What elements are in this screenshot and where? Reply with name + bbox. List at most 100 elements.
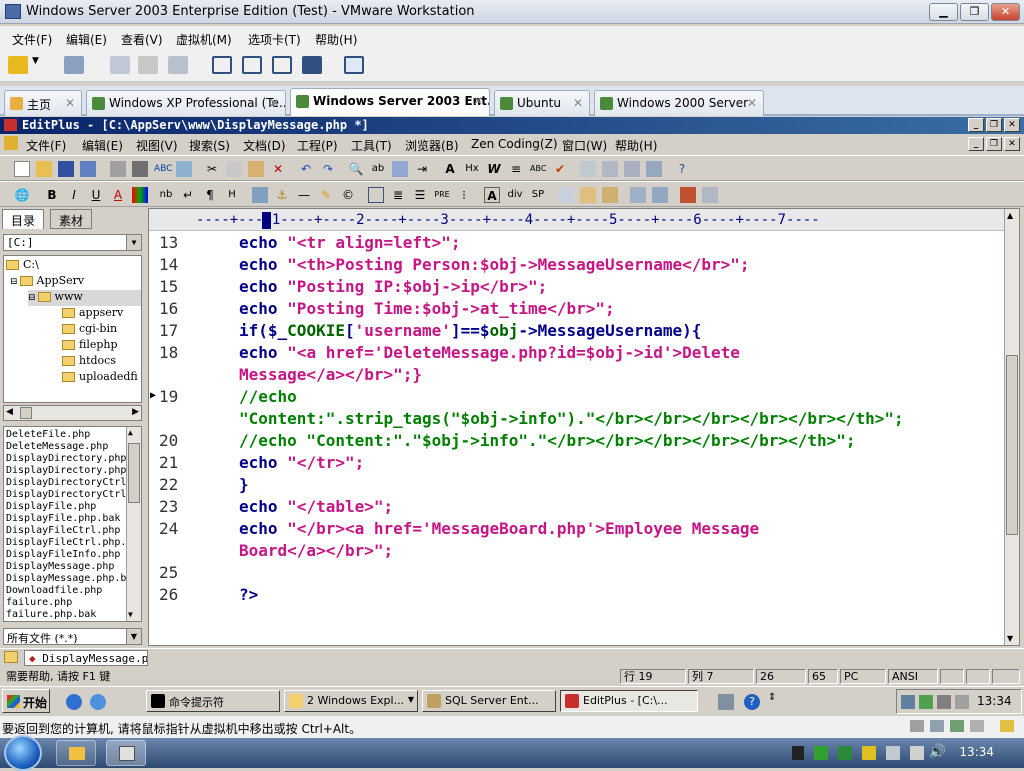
- tree-horizontal-scrollbar[interactable]: ◀ ▶: [3, 405, 142, 421]
- underline-icon[interactable]: U: [88, 187, 104, 203]
- close-tab-icon[interactable]: ✕: [473, 94, 483, 108]
- code-line[interactable]: echo "</br><a href='MessageBoard.php'>Em…: [239, 519, 759, 538]
- div-icon[interactable]: div: [506, 187, 524, 203]
- view-mode-icon[interactable]: [630, 187, 646, 203]
- menu-help[interactable]: 帮助(H): [315, 31, 357, 48]
- undo-icon[interactable]: ↶: [298, 161, 314, 177]
- list-item[interactable]: DisplayDirectory.php: [6, 465, 141, 477]
- ep-menu-window[interactable]: 窗口(W): [562, 137, 607, 154]
- code-line[interactable]: echo "<tr align=left>";: [239, 233, 461, 252]
- tray-icon[interactable]: [919, 695, 933, 709]
- help-icon[interactable]: ?: [674, 161, 690, 177]
- find-icon[interactable]: 🔍: [348, 161, 364, 177]
- scroll-down-icon[interactable]: ▼: [128, 609, 133, 621]
- code-line[interactable]: Board</a></br>";: [239, 541, 393, 560]
- list-item[interactable]: DisplayFileInfo.php: [6, 549, 141, 561]
- network-icon[interactable]: [64, 56, 84, 74]
- block-icon[interactable]: ⁝: [456, 187, 472, 203]
- code-line[interactable]: echo "</tr>";: [239, 453, 364, 472]
- code-editor[interactable]: ----+----1----+----2----+----3----+----4…: [148, 208, 1020, 646]
- tree-node[interactable]: ⊟ AppServ: [10, 274, 84, 290]
- list-item[interactable]: DisplayMessage.php: [6, 561, 141, 573]
- ruler-toggle-icon[interactable]: ≡: [508, 161, 524, 177]
- chevron-down-icon[interactable]: ▼: [408, 695, 414, 704]
- tag-icon[interactable]: [680, 187, 696, 203]
- close-button[interactable]: ✕: [991, 3, 1020, 21]
- tab-directory[interactable]: 目录: [2, 209, 45, 229]
- save-all-icon[interactable]: [80, 161, 96, 177]
- list-item[interactable]: DeleteMessage.php: [6, 441, 141, 453]
- align-icon[interactable]: ≣: [390, 187, 406, 203]
- device-message-icon[interactable]: [1000, 720, 1014, 732]
- code-line[interactable]: "Content:".strip_tags("$obj->info")."</b…: [239, 409, 904, 428]
- output-window-icon[interactable]: [624, 161, 640, 177]
- image-icon[interactable]: [252, 187, 268, 203]
- code-line[interactable]: }: [239, 475, 249, 494]
- nbsp-icon[interactable]: nb: [158, 187, 174, 203]
- code-area[interactable]: 13 echo "<tr align=left>"; 14 echo "<th>Pos…: [149, 231, 1005, 646]
- word-wrap-icon[interactable]: W: [486, 161, 502, 177]
- list-item[interactable]: failure.php: [6, 597, 141, 609]
- tree-node[interactable]: cgi-bin: [62, 322, 117, 338]
- menu-vm[interactable]: 虚拟机(M): [176, 31, 232, 48]
- tray-icon-1[interactable]: [792, 746, 804, 760]
- file-list-scrollbar[interactable]: ▲ ▼: [126, 427, 141, 621]
- scroll-thumb[interactable]: [128, 443, 140, 503]
- tray-icon-2[interactable]: [814, 746, 828, 760]
- code-line[interactable]: echo "<th>Posting Person:$obj->MessageUs…: [239, 255, 750, 274]
- taskbar-explorer[interactable]: 2 Windows Expl... ▼: [284, 690, 418, 712]
- list-item[interactable]: DisplayDirectoryCtrl: [6, 477, 141, 489]
- print-icon[interactable]: [132, 161, 148, 177]
- scroll-up-icon[interactable]: ▲: [1007, 211, 1013, 220]
- code-line[interactable]: echo "<a href='DeleteMessage.php?id=$obj…: [239, 343, 740, 362]
- span-icon[interactable]: SP: [530, 187, 546, 203]
- cut-icon[interactable]: ✂: [204, 161, 220, 177]
- ep-menu-browser[interactable]: 浏览器(B): [405, 137, 459, 154]
- toggle-panel-icon[interactable]: [652, 187, 668, 203]
- doc-close-button[interactable]: ✕: [1004, 137, 1020, 151]
- quick-launch-icon[interactable]: [90, 694, 106, 710]
- taskbar-sql-server[interactable]: SQL Server Ent...: [422, 690, 556, 712]
- highlight-icon[interactable]: ✎: [318, 187, 334, 203]
- taskbar-editplus[interactable]: EditPlus - [C:\...: [560, 690, 698, 712]
- volume-icon[interactable]: 🔊: [929, 744, 946, 760]
- list-item[interactable]: DisplayDirectoryCtrl: [6, 489, 141, 501]
- spell-check-icon[interactable]: ABC: [154, 161, 172, 177]
- close-tab-icon[interactable]: ✕: [747, 96, 757, 110]
- sql-tray-icon[interactable]: [955, 695, 969, 709]
- ep-minimize-button[interactable]: _: [968, 118, 984, 132]
- ep-close-button[interactable]: ✕: [1004, 118, 1020, 132]
- close-tab-icon[interactable]: ✕: [269, 96, 279, 110]
- table-icon[interactable]: [368, 187, 384, 203]
- browser-preview-icon[interactable]: [176, 161, 192, 177]
- tray-icon-5[interactable]: [910, 746, 924, 760]
- paragraph-icon[interactable]: ¶: [202, 187, 218, 203]
- cliptext-window-icon[interactable]: [602, 161, 618, 177]
- list-icon[interactable]: ☰: [412, 187, 428, 203]
- tree-node[interactable]: appserv: [62, 306, 123, 322]
- editor-scrollbar[interactable]: ▲ ▼: [1004, 209, 1019, 645]
- help-icon[interactable]: ?: [744, 694, 760, 710]
- print-preview-icon[interactable]: [110, 161, 126, 177]
- snapshot-manager-icon[interactable]: [168, 56, 188, 74]
- scroll-left-icon[interactable]: ◀: [6, 407, 13, 417]
- ep-menu-tools[interactable]: 工具(T): [351, 137, 392, 154]
- list-item[interactable]: DisplayFileCtrl.php: [6, 525, 141, 537]
- ep-menu-help[interactable]: 帮助(H): [615, 137, 657, 154]
- list-item[interactable]: DeleteFile.php: [6, 429, 141, 441]
- close-tab-icon[interactable]: ✕: [65, 96, 75, 110]
- open-file-icon[interactable]: [36, 161, 52, 177]
- menu-file[interactable]: 文件(F): [12, 31, 52, 48]
- code-line[interactable]: echo "Posting Time:$obj->at_time</br>";: [239, 299, 615, 318]
- menu-view[interactable]: 查看(V): [121, 31, 163, 48]
- ep-menu-document[interactable]: 文档(D): [243, 137, 286, 154]
- maximize-button[interactable]: ❐: [960, 3, 989, 21]
- tree-node[interactable]: filephp: [62, 338, 118, 354]
- tray-icon-4[interactable]: [886, 746, 900, 760]
- list-item[interactable]: DisplayFile.php: [6, 501, 141, 513]
- check-icon[interactable]: ✔: [552, 161, 568, 177]
- tab-ubuntu[interactable]: Ubuntu ✕: [494, 90, 590, 116]
- fullscreen-icon[interactable]: [272, 56, 292, 74]
- taskbar-pinned-vmware[interactable]: [106, 740, 146, 766]
- collapse-icon[interactable]: ⊟: [10, 277, 18, 287]
